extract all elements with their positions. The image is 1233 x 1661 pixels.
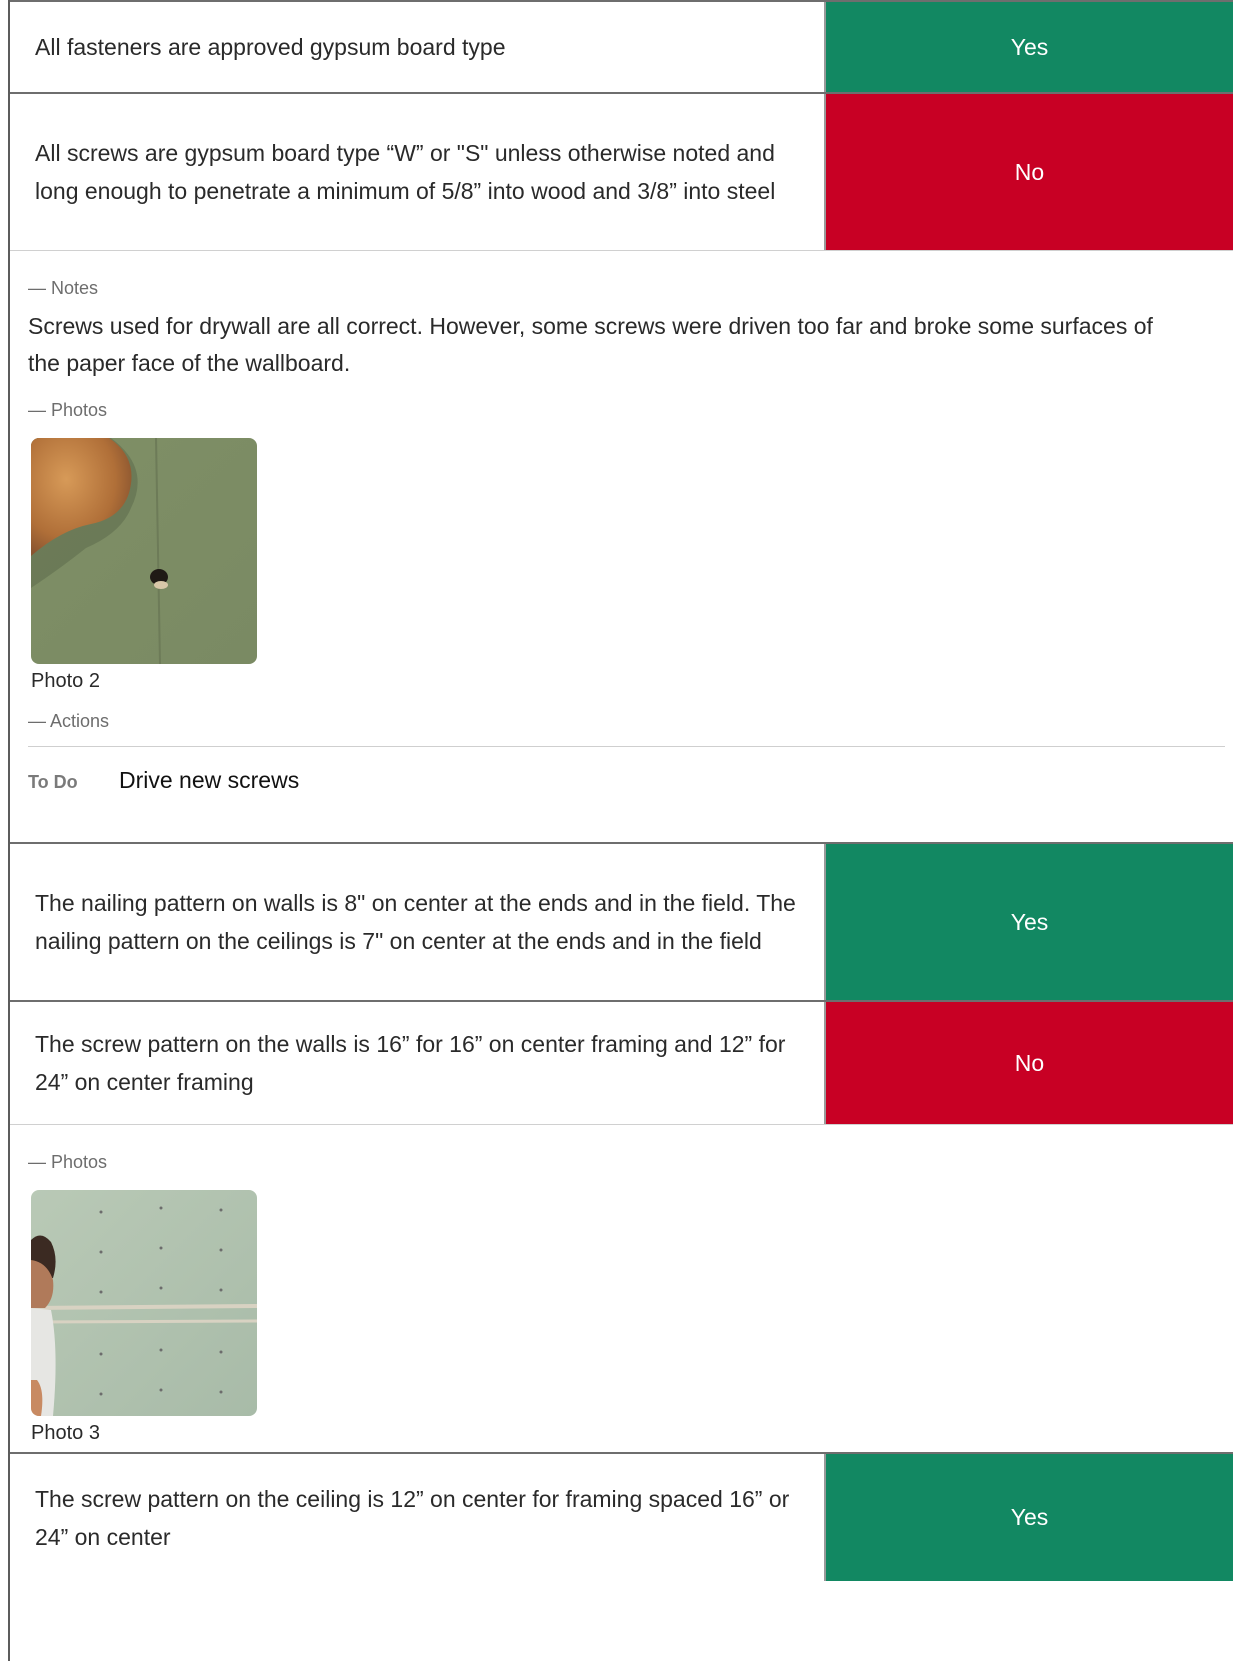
drywall-wall-screw-pattern-photo-icon [31,1190,257,1416]
checklist-item-nailing-pattern: The nailing pattern on walls is 8" on ce… [10,842,1233,1000]
item-details-wall-screw-pattern: — Photos Photo 3 [10,1124,1233,1452]
action-status-badge: To Do [28,772,78,792]
photo-caption: Photo 3 [31,1422,100,1444]
action-title: Drive new screws [119,767,300,793]
question-text: The screw pattern on the ceiling is 12” … [10,1454,826,1581]
photo-thumbnail-3[interactable]: Photo 3 [31,1190,257,1445]
item-details-screw-type: — Notes Screws used for drywall are all … [10,250,1233,842]
drywall-screw-hole-photo-icon [31,438,257,664]
answer-yes-badge: Yes [826,2,1233,92]
action-item[interactable]: To Do Drive new screws [28,767,1233,794]
photo-thumbnail-2[interactable]: Photo 2 [31,438,257,693]
photos-label: — Photos [28,400,108,420]
checklist-item-fasteners: All fasteners are approved gypsum board … [10,0,1233,92]
photos-label: — Photos [28,1152,108,1172]
actions-label: — Actions [28,711,110,731]
answer-no-badge: No [826,94,1233,250]
checklist-item-wall-screw-pattern: The screw pattern on the walls is 16” fo… [10,1000,1233,1124]
checklist-item-screw-type: All screws are gypsum board type “W” or … [10,92,1233,250]
checklist-item-ceiling-screw-pattern: The screw pattern on the ceiling is 12” … [10,1452,1233,1581]
question-text: All fasteners are approved gypsum board … [10,2,826,92]
inspection-report: All fasteners are approved gypsum board … [8,0,1233,1661]
question-text: All screws are gypsum board type “W” or … [10,94,826,250]
notes-text: Screws used for drywall are all correct.… [28,313,1153,376]
answer-yes-badge: Yes [826,844,1233,1000]
notes-label: — Notes [28,278,99,298]
answer-yes-badge: Yes [826,1454,1233,1581]
question-text: The screw pattern on the walls is 16” fo… [10,1002,826,1124]
question-text: The nailing pattern on walls is 8" on ce… [10,844,826,1000]
photo-caption: Photo 2 [31,670,100,692]
answer-no-badge: No [826,1002,1233,1124]
